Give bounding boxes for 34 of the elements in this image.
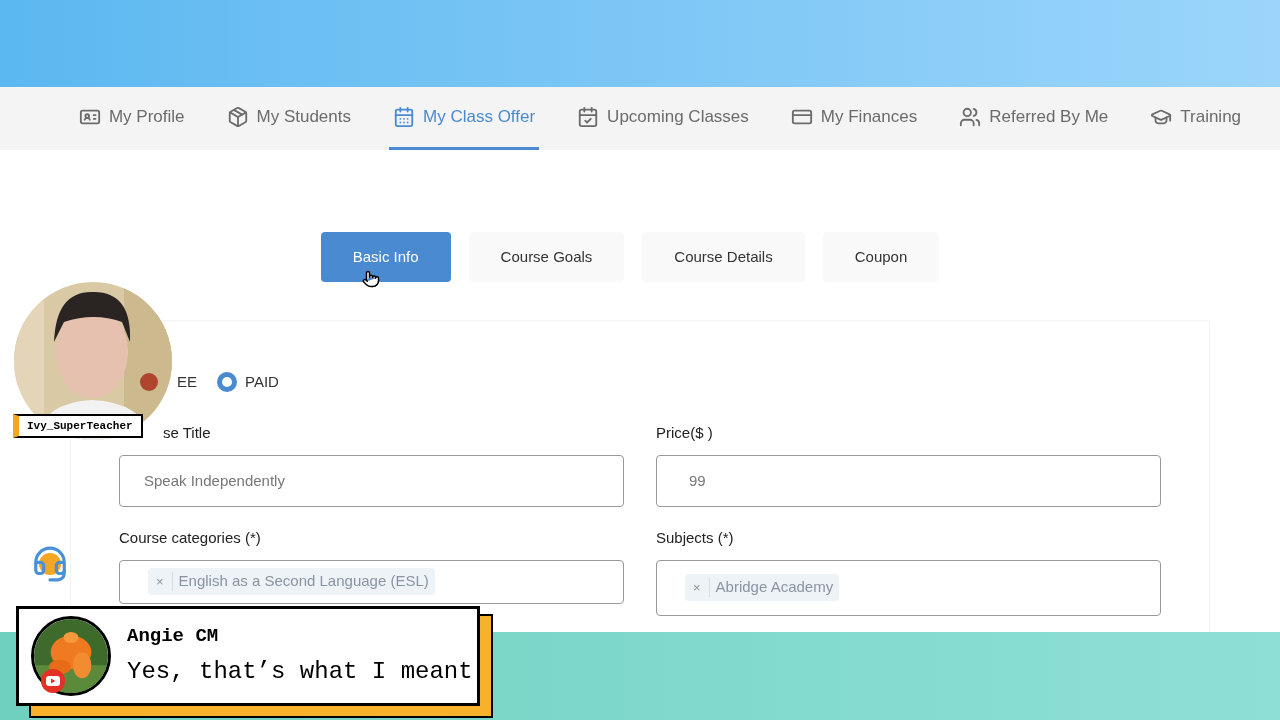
hand-cursor-icon — [362, 270, 380, 288]
tag-chip: × English as a Second Language (ESL) — [148, 568, 435, 595]
title-input[interactable]: Speak Independently — [119, 455, 624, 507]
remove-tag-button[interactable]: × — [685, 577, 710, 598]
nav-tab[interactable]: My Students — [222, 87, 355, 150]
calendar-icon — [393, 106, 415, 128]
nav-tab[interactable]: Referred By Me — [955, 87, 1113, 150]
step-tab[interactable]: Course Goals — [468, 232, 625, 282]
step-tab[interactable]: Basic Info — [320, 232, 451, 282]
remove-tag-button[interactable]: × — [148, 571, 173, 592]
step-tab[interactable]: Coupon — [822, 232, 940, 282]
field-label: Subjects (*) — [656, 528, 735, 548]
nav-tab[interactable]: My Profile — [74, 87, 189, 150]
calendar-check-icon — [577, 106, 600, 128]
step-tab[interactable]: Course Details — [642, 232, 805, 282]
field-label: Course categories (*) — [119, 528, 262, 548]
nav-tab[interactable]: Upcoming Classes — [573, 87, 753, 150]
users-icon — [959, 106, 982, 128]
radio-label: EE — [177, 372, 197, 392]
nav-tab[interactable]: My Class Offer — [389, 87, 540, 150]
webcam-name-tag: Ivy_SuperTeacher — [13, 414, 143, 438]
nav-tab[interactable]: My Finances — [786, 87, 922, 150]
chat-author: Angie CM — [127, 623, 220, 649]
radio-label: PAID — [245, 372, 279, 392]
categories-select[interactable]: × English as a Second Language (ESL) — [119, 559, 624, 604]
video-badge-icon — [41, 669, 65, 693]
nav-tab[interactable]: Training — [1146, 87, 1246, 150]
price-input[interactable]: 99 — [656, 455, 1161, 507]
chat-message: Yes, that’s what I meant — [127, 657, 473, 688]
tag-chip: × Abridge Academy — [685, 574, 840, 601]
field-label: Price($ ) — [656, 422, 714, 443]
radio-button[interactable] — [217, 372, 237, 393]
subjects-select[interactable]: × Abridge Academy — [656, 559, 1161, 616]
box-icon — [226, 106, 249, 128]
